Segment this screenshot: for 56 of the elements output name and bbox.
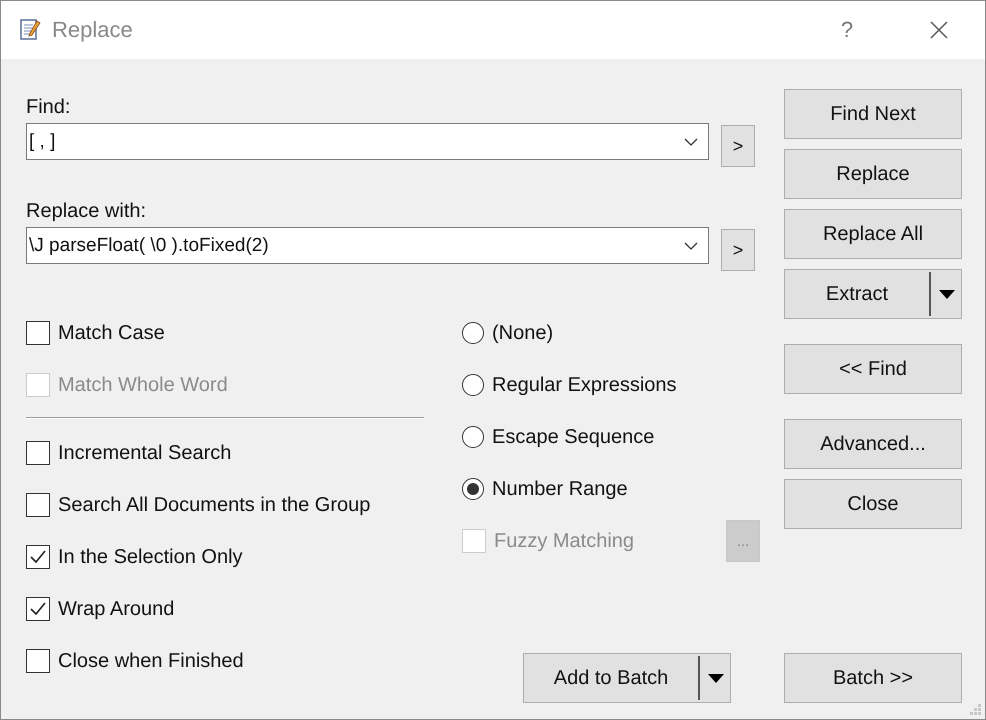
field-label: Replace with: (26, 199, 148, 224)
dialog-button[interactable]: Close (784, 479, 962, 529)
radio-button[interactable] (462, 478, 484, 500)
checkbox[interactable] (26, 321, 50, 345)
caret-down-icon (939, 290, 955, 298)
checkbox-option[interactable]: Close when Finished (26, 635, 424, 687)
checkbox[interactable] (26, 597, 50, 621)
option-label: Close when Finished (58, 650, 244, 672)
dialog-button[interactable]: Batch >> (784, 653, 962, 703)
radio-option[interactable]: Escape Sequence (462, 411, 760, 463)
checkbox[interactable] (26, 649, 50, 673)
option-label: Fuzzy Matching (494, 530, 634, 552)
checkbox-option[interactable]: Incremental Search (26, 427, 424, 479)
combo-field[interactable]: \J parseFloat( \0 ).toFixed(2) (26, 227, 709, 264)
radio-button[interactable] (462, 426, 484, 448)
resize-grip-icon[interactable] (969, 704, 981, 716)
dialog-button[interactable]: Advanced... (784, 419, 962, 469)
option-label: Search All Documents in the Group (58, 494, 370, 516)
dialog-button[interactable]: << Find (784, 344, 962, 394)
option-label: Incremental Search (58, 442, 232, 464)
option-label: Number Range (492, 478, 628, 500)
dialog-button[interactable]: Replace All (784, 209, 962, 259)
checkbox-option[interactable]: In the Selection Only (26, 531, 424, 583)
option-label: Wrap Around (58, 598, 174, 620)
option-label: Regular Expressions (492, 374, 677, 396)
option-label: Match Case (58, 322, 165, 344)
radio-button[interactable] (462, 374, 484, 396)
notepad-icon (18, 18, 42, 42)
caret-down-icon (708, 674, 724, 682)
option-label: Escape Sequence (492, 426, 654, 448)
chevron-down-icon[interactable] (684, 242, 698, 250)
radio-option[interactable]: (None) (462, 307, 760, 359)
checkbox[interactable] (26, 493, 50, 517)
history-button[interactable]: > (721, 229, 755, 271)
combo-field[interactable]: [ , ] (26, 123, 709, 160)
checkbox-option[interactable]: Match Case (26, 307, 424, 359)
field-label: Find: (26, 95, 72, 120)
option-label: (None) (492, 322, 554, 344)
radio-option[interactable]: Number Range (462, 463, 760, 515)
dialog-button[interactable]: Replace (784, 149, 962, 199)
radio-option[interactable]: Regular Expressions (462, 359, 760, 411)
dialog-button[interactable]: Add to Batch (523, 653, 731, 703)
window-title: Replace (52, 17, 133, 43)
close-icon (929, 20, 949, 40)
dialog-button[interactable]: Find Next (784, 89, 962, 139)
dialog-button[interactable]: Extract (784, 269, 962, 319)
checkbox[interactable] (26, 441, 50, 465)
help-button[interactable]: ? (801, 1, 893, 59)
checkbox-option[interactable]: Search All Documents in the Group (26, 479, 424, 531)
option-label: In the Selection Only (58, 546, 243, 568)
checkbox[interactable] (26, 545, 50, 569)
chevron-down-icon[interactable] (684, 138, 698, 146)
checkbox-option[interactable]: Wrap Around (26, 583, 424, 635)
radio-button[interactable] (462, 322, 484, 344)
option-label: Match Whole Word (58, 374, 228, 396)
history-button[interactable]: > (721, 125, 755, 167)
